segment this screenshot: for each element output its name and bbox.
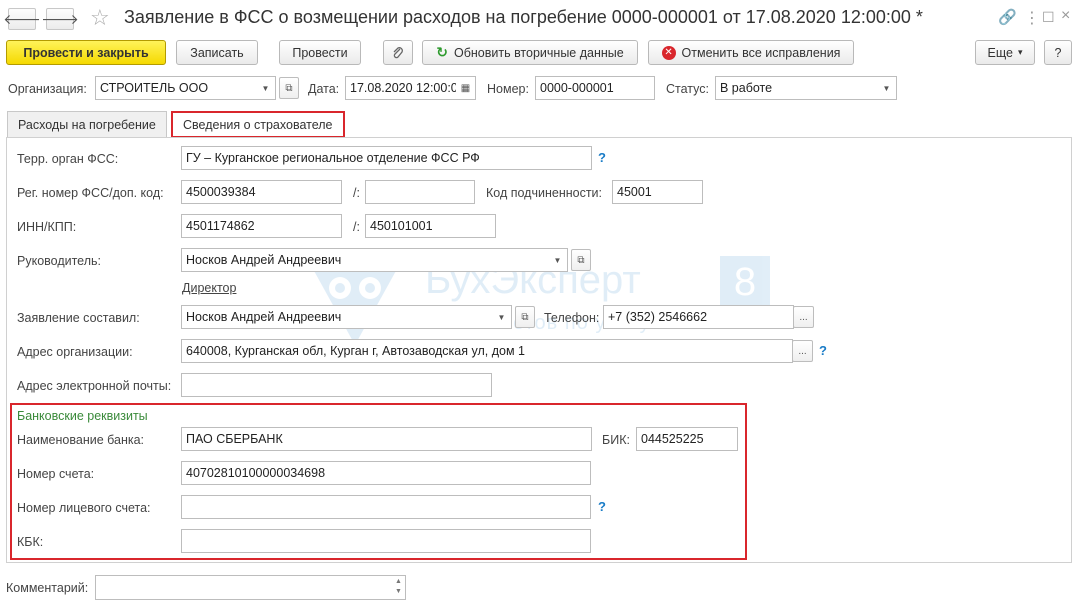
date-field[interactable]: 17.08.2020 12:00:00 bbox=[345, 76, 457, 100]
refresh-secondary-button[interactable]: ↻ Обновить вторичные данные bbox=[422, 40, 638, 65]
help-question-icon[interactable]: ? bbox=[598, 499, 606, 514]
subordination-label: Код подчиненности: bbox=[486, 186, 603, 200]
org-field[interactable]: СТРОИТЕЛЬ ООО bbox=[95, 76, 257, 100]
head-position-link[interactable]: Директор bbox=[182, 281, 236, 295]
phone-field[interactable]: +7 (352) 2546662 bbox=[603, 305, 794, 329]
post-button[interactable]: Провести bbox=[279, 40, 361, 65]
status-dropdown[interactable]: ▼ bbox=[877, 76, 897, 100]
author-dropdown[interactable]: ▼ bbox=[492, 305, 512, 329]
help-button[interactable]: ? bbox=[1044, 40, 1072, 65]
bank-group-title: Банковские реквизиты bbox=[17, 409, 148, 423]
account-field[interactable]: 40702810100000034698 bbox=[181, 461, 591, 485]
date-picker-button[interactable]: ▦ bbox=[456, 76, 476, 100]
org-dropdown[interactable]: ▼ bbox=[256, 76, 276, 100]
chevron-down-icon: ▾ bbox=[1017, 47, 1023, 57]
close-icon[interactable]: × bbox=[1061, 7, 1070, 25]
open-icon: ⧉ bbox=[285, 82, 293, 94]
email-field[interactable] bbox=[181, 373, 492, 397]
more-button[interactable]: Еще ▾ bbox=[975, 40, 1035, 65]
kbk-label: КБК: bbox=[17, 535, 44, 549]
phone-select-button[interactable]: ... bbox=[793, 306, 814, 328]
inn-kpp-label: ИНН/КПП: bbox=[17, 220, 77, 234]
address-label: Адрес организации: bbox=[17, 345, 133, 359]
help-question-icon[interactable]: ? bbox=[598, 150, 606, 165]
arrow-left-icon: 🡐 bbox=[3, 10, 41, 27]
open-icon: ⧉ bbox=[577, 254, 585, 266]
status-field[interactable]: В работе bbox=[715, 76, 878, 100]
bik-label: БИК: bbox=[602, 433, 630, 447]
caret-down-icon: ▼ bbox=[497, 312, 506, 322]
address-select-button[interactable]: ... bbox=[792, 340, 813, 362]
fss-field[interactable]: ГУ – Курганское региональное отделение Ф… bbox=[181, 146, 592, 170]
cancel-fixes-button[interactable]: ✕ Отменить все исправления bbox=[648, 40, 854, 65]
page-title: Заявление в ФСС о возмещении расходов на… bbox=[124, 7, 923, 27]
kebab-menu-icon[interactable]: ⋮ bbox=[1024, 8, 1040, 28]
tab-insurer-info[interactable]: Сведения о страхователе bbox=[171, 111, 345, 138]
reg-number-field[interactable]: 4500039384 bbox=[181, 180, 342, 204]
head-open-button[interactable]: ⧉ bbox=[571, 249, 591, 271]
ellipsis-icon: ... bbox=[798, 345, 807, 357]
kpp-field[interactable]: 450101001 bbox=[365, 214, 496, 238]
open-icon: ⧉ bbox=[521, 311, 529, 323]
inn-field[interactable]: 4501174862 bbox=[181, 214, 342, 238]
paperclip-icon bbox=[393, 46, 403, 58]
cancel-fixes-label: Отменить все исправления bbox=[681, 45, 841, 60]
caret-down-icon: ▼ bbox=[553, 255, 562, 265]
bank-name-field[interactable]: ПАО СБЕРБАНК bbox=[181, 427, 592, 451]
arrow-right-icon: 🡒 bbox=[41, 10, 79, 27]
head-field[interactable]: Носков Андрей Андреевич bbox=[181, 248, 549, 272]
maximize-icon[interactable]: ☐ bbox=[1042, 9, 1055, 26]
star-icon[interactable]: ☆ bbox=[90, 5, 110, 31]
date-label: Дата: bbox=[308, 82, 340, 96]
refresh-secondary-label: Обновить вторичные данные bbox=[454, 45, 624, 60]
email-label: Адрес электронной почты: bbox=[17, 379, 172, 393]
forward-button[interactable]: 🡒 bbox=[41, 8, 79, 30]
number-label: Номер: bbox=[487, 82, 529, 96]
personal-account-field[interactable] bbox=[181, 495, 591, 519]
link-icon[interactable]: 🔗 bbox=[998, 8, 1017, 26]
ellipsis-icon: ... bbox=[799, 311, 808, 323]
refresh-icon: ↻ bbox=[436, 44, 448, 60]
account-label: Номер счета: bbox=[17, 467, 95, 481]
status-label: Статус: bbox=[666, 82, 709, 96]
help-question-icon[interactable]: ? bbox=[819, 343, 827, 358]
head-dropdown[interactable]: ▼ bbox=[548, 248, 568, 272]
save-button[interactable]: Записать bbox=[176, 40, 258, 65]
comment-spin-icon[interactable]: ▲ ▼ bbox=[395, 577, 402, 597]
subordination-field[interactable]: 45001 bbox=[612, 180, 703, 204]
tab-burial-expenses[interactable]: Расходы на погребение bbox=[7, 111, 167, 137]
org-label: Организация: bbox=[8, 82, 87, 96]
number-field[interactable]: 0000-000001 bbox=[535, 76, 655, 100]
reg-extra-field[interactable] bbox=[365, 180, 475, 204]
author-open-button[interactable]: ⧉ bbox=[515, 306, 535, 328]
personal-account-label: Номер лицевого счета: bbox=[17, 501, 151, 515]
fss-label: Терр. орган ФСС: bbox=[17, 152, 119, 166]
reg-slash-label: /: bbox=[353, 186, 360, 200]
reg-number-label: Рег. номер ФСС/доп. код: bbox=[17, 186, 164, 200]
author-label: Заявление составил: bbox=[17, 311, 140, 325]
cancel-icon: ✕ bbox=[661, 45, 676, 60]
caret-down-icon: ▼ bbox=[261, 83, 270, 93]
author-field[interactable]: Носков Андрей Андреевич bbox=[181, 305, 493, 329]
inn-slash-label: /: bbox=[353, 220, 360, 234]
calendar-icon: ▦ bbox=[460, 82, 471, 94]
caret-down-icon: ▼ bbox=[882, 83, 891, 93]
attach-button[interactable] bbox=[383, 40, 413, 65]
bik-field[interactable]: 044525225 bbox=[636, 427, 738, 451]
comment-field[interactable] bbox=[95, 575, 406, 600]
phone-label: Телефон: bbox=[544, 311, 600, 325]
back-button[interactable]: 🡐 bbox=[3, 8, 41, 30]
comment-label: Комментарий: bbox=[6, 581, 89, 595]
bank-name-label: Наименование банка: bbox=[17, 433, 145, 447]
org-open-button[interactable]: ⧉ bbox=[279, 77, 299, 99]
more-label: Еще bbox=[987, 45, 1013, 60]
post-and-close-button[interactable]: Провести и закрыть bbox=[6, 40, 166, 65]
kbk-field[interactable] bbox=[181, 529, 591, 553]
head-label: Руководитель: bbox=[17, 254, 102, 268]
address-field[interactable]: 640008, Курганская обл, Курган г, Автоза… bbox=[181, 339, 793, 363]
